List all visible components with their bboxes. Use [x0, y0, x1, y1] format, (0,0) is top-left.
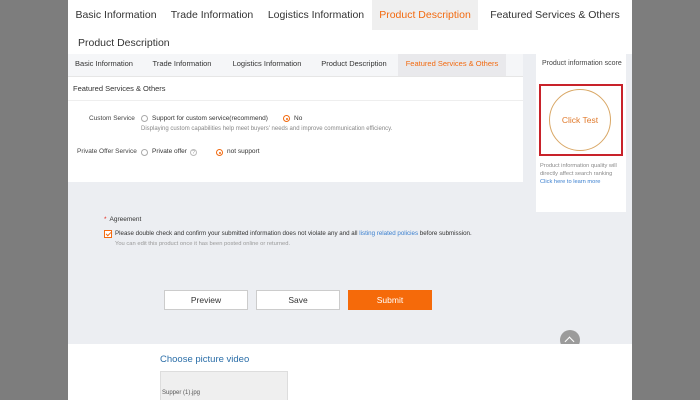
private-offer-radio[interactable]	[141, 149, 148, 156]
private-offer-option-label[interactable]: Private offer	[152, 148, 187, 155]
private-offer-label: Private Offer Service	[77, 148, 137, 155]
inner-tab-product-description[interactable]: Product Description	[310, 54, 398, 76]
section-divider	[68, 100, 523, 101]
custom-service-support-label[interactable]: Support for custom service(recommend)	[152, 115, 268, 122]
top-tab-logistics-information[interactable]: Logistics Information	[260, 0, 372, 30]
inner-tab-basic-information[interactable]: Basic Information	[68, 54, 140, 76]
score-title: Product information score	[542, 60, 622, 67]
score-note-text: Product information quality will directl…	[540, 163, 617, 177]
learn-more-link[interactable]: Click here to learn more	[540, 179, 600, 185]
custom-service-support-radio[interactable]	[141, 115, 148, 122]
not-support-label[interactable]: not support	[227, 148, 260, 155]
featured-services-card: Basic Information Trade Information Logi…	[68, 54, 523, 182]
top-tab-bar: Basic Information Trade Information Logi…	[68, 0, 632, 31]
inner-tab-featured-services[interactable]: Featured Services & Others	[398, 54, 506, 76]
inner-tab-logistics-information[interactable]: Logistics Information	[224, 54, 310, 76]
top-tab-product-description[interactable]: Product Description	[372, 0, 478, 30]
top-tab-featured-services[interactable]: Featured Services & Others	[478, 0, 632, 30]
score-note: Product information quality will directl…	[540, 162, 624, 186]
submit-button[interactable]: Submit	[348, 290, 432, 310]
product-score-panel: Product information score Click Test Pro…	[536, 54, 626, 212]
choose-picture-video-link[interactable]: Choose picture video	[160, 354, 249, 365]
score-highlight-box: Click Test	[539, 84, 623, 156]
product-form-page: Basic Information Trade Information Logi…	[68, 0, 632, 400]
agreement-text-before: Please double check and confirm your sub…	[115, 230, 358, 237]
agreement-checkbox[interactable]	[104, 230, 112, 238]
required-mark: *	[104, 216, 107, 223]
agreement-title: * Agreement	[104, 216, 141, 223]
media-section: Choose picture video Supper (1).jpg	[68, 344, 632, 400]
not-support-radio[interactable]	[216, 149, 223, 156]
section-title: Featured Services & Others	[73, 84, 166, 93]
custom-service-hint: Displaying custom capabilities help meet…	[141, 126, 393, 132]
page-title: Product Description	[68, 30, 632, 54]
listing-policies-link[interactable]: listing related policies	[359, 230, 418, 237]
inner-tab-bar: Basic Information Trade Information Logi…	[68, 54, 523, 77]
top-tab-trade-information[interactable]: Trade Information	[164, 0, 260, 30]
file-name: Supper (1).jpg	[162, 390, 201, 396]
agreement-text: Please double check and confirm your sub…	[115, 230, 472, 237]
agreement-text-after: before submission.	[419, 230, 472, 237]
top-tab-basic-information[interactable]: Basic Information	[68, 0, 164, 30]
inner-tab-trade-information[interactable]: Trade Information	[140, 54, 224, 76]
question-circle-icon[interactable]: ?	[190, 149, 197, 156]
preview-button[interactable]: Preview	[164, 290, 248, 310]
agreement-hint: You can edit this product once it has be…	[115, 241, 291, 247]
save-button[interactable]: Save	[256, 290, 340, 310]
click-test-button[interactable]: Click Test	[549, 89, 611, 151]
agreement-title-text: Agreement	[109, 216, 142, 223]
custom-service-no-label[interactable]: No	[294, 115, 302, 122]
custom-service-label: Custom Service	[89, 115, 135, 122]
custom-service-no-radio[interactable]	[283, 115, 290, 122]
